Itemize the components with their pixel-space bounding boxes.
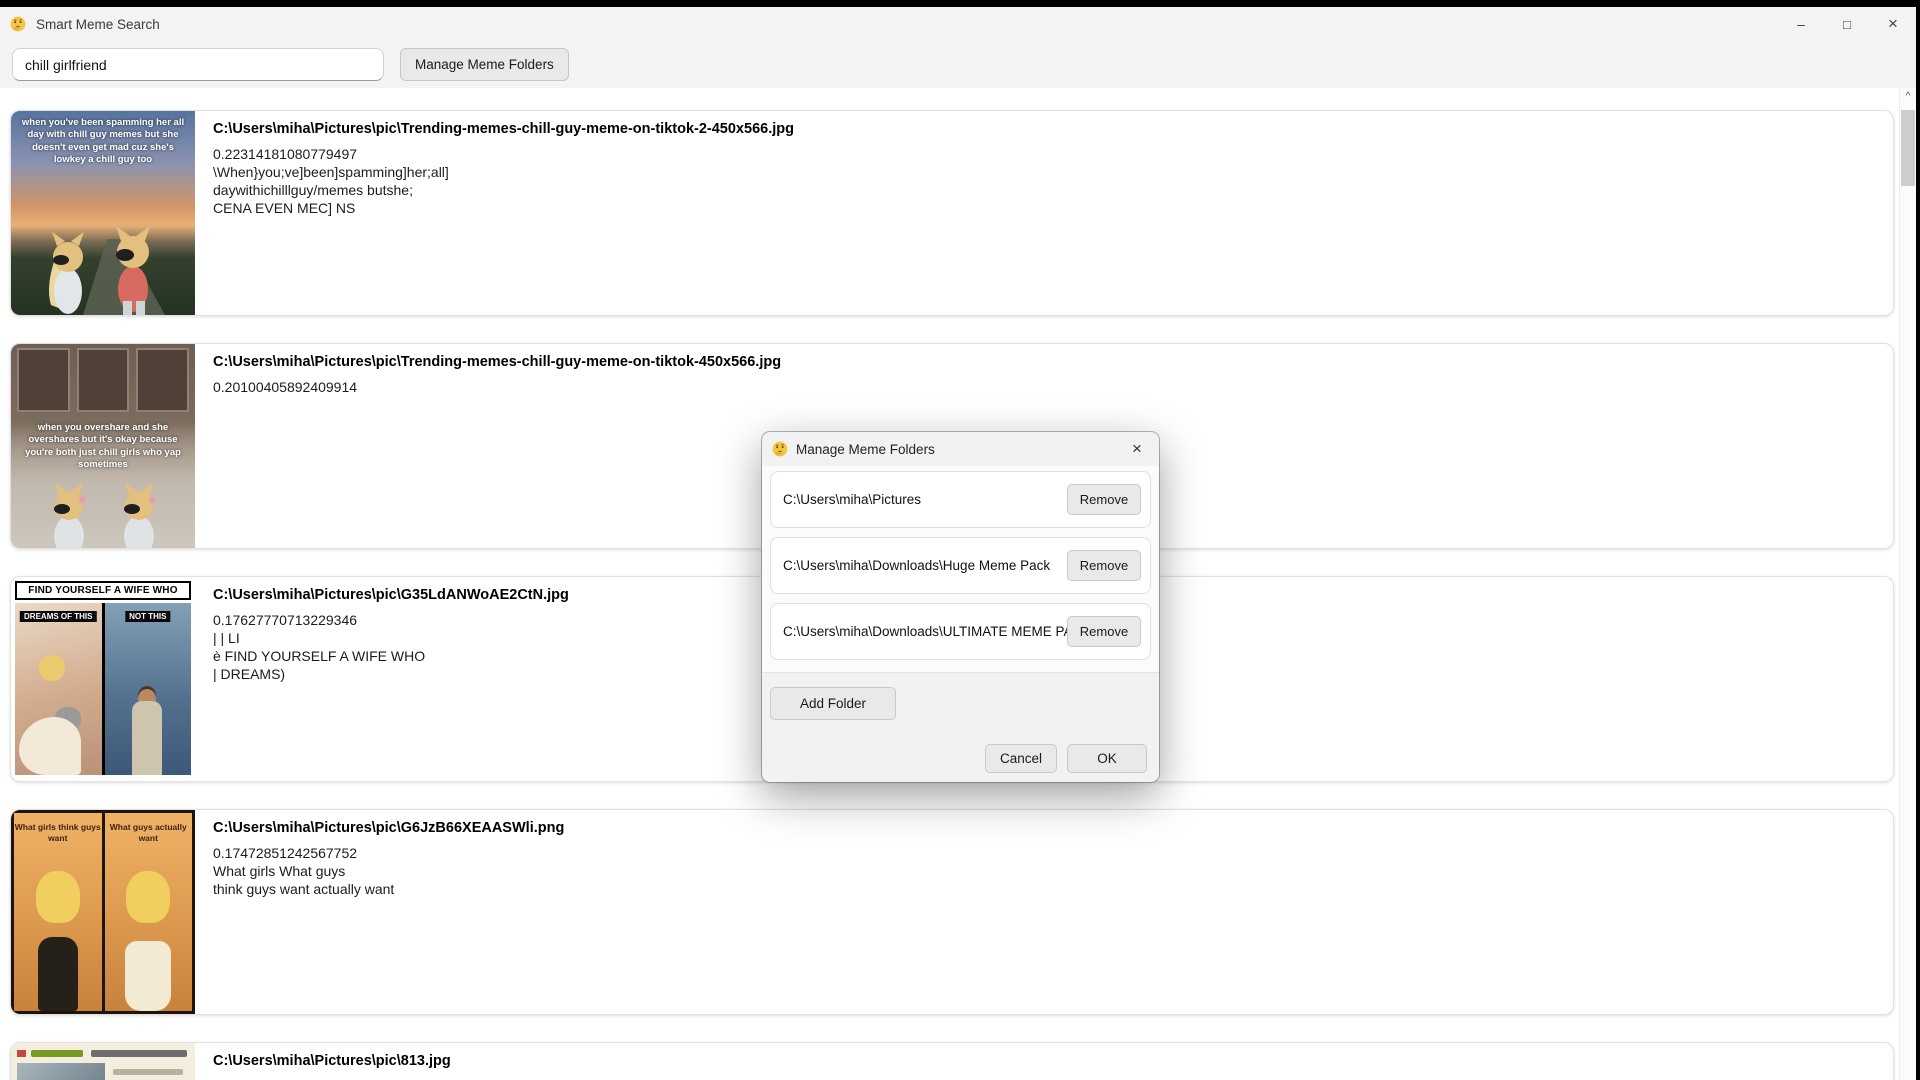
result-text: C:\Users\miha\Pictures\pic\G6JzB66XEAASW…	[195, 810, 582, 1014]
scroll-up-icon: ^	[1906, 91, 1911, 102]
post-image-illustration	[17, 1063, 105, 1080]
post-marker-illustration	[17, 1050, 26, 1057]
remove-folder-button[interactable]: Remove	[1067, 616, 1141, 647]
folder-list: C:\Users\miha\Pictures Remove C:\Users\m…	[762, 466, 1159, 673]
left-panel-illustration: What girls think guys want	[14, 813, 102, 1011]
result-card[interactable]: when you've been spamming her all day wi…	[10, 110, 1894, 316]
result-ocr-line: \When}you;ve]been]spamming]her;all]	[213, 163, 794, 181]
result-ocr-line: | | LI	[213, 629, 569, 647]
result-text: C:\Users\miha\Pictures\pic\Trending-meme…	[195, 344, 799, 548]
dialog-footer: Add Folder Cancel OK	[762, 673, 1159, 773]
result-ocr-line: daywithichilllguy/memes butshe;	[213, 181, 794, 199]
maximize-icon: □	[1843, 17, 1851, 32]
result-thumbnail-chill-guy-couple: when you've been spamming her all day wi…	[11, 111, 195, 315]
post-text-illustration	[113, 1069, 183, 1075]
remove-folder-button[interactable]: Remove	[1067, 550, 1141, 581]
close-button[interactable]: ×	[1870, 7, 1916, 41]
post-date-illustration	[91, 1050, 187, 1057]
not-this-panel-illustration: NOT THIS	[105, 603, 192, 775]
folder-row: C:\Users\miha\Downloads\Huge Meme Pack R…	[770, 537, 1151, 594]
result-text: C:\Users\miha\Pictures\pic\Trending-meme…	[195, 111, 812, 315]
chill-girls-characters-illustration	[11, 478, 195, 548]
result-ocr-line: | DREAMS)	[213, 665, 569, 683]
result-path: C:\Users\miha\Pictures\pic\813.jpg	[213, 1053, 451, 1069]
result-score: 0.22314181080779497	[213, 145, 794, 163]
thumbnail-caption: when you've been spamming her all day wi…	[11, 111, 195, 172]
thumbnail-caption: when you overshare and she overshares bu…	[11, 416, 195, 477]
search-input[interactable]	[12, 48, 384, 81]
dialog-titlebar[interactable]: Manage Meme Folders ×	[762, 432, 1159, 466]
folder-path: C:\Users\miha\Pictures	[783, 492, 921, 507]
result-text: C:\Users\miha\Pictures\pic\813.jpg 0.171…	[195, 1043, 469, 1080]
folder-row: C:\Users\miha\Pictures Remove	[770, 471, 1151, 528]
folder-path: C:\Users\miha\Downloads\ULTIMATE MEME PA…	[783, 624, 1067, 639]
folder-row: C:\Users\miha\Downloads\ULTIMATE MEME PA…	[770, 603, 1151, 660]
result-path: C:\Users\miha\Pictures\pic\G35LdANWoAE2C…	[213, 587, 569, 603]
thumbnail-caption: What guys actually want	[105, 822, 193, 845]
result-ocr-line: What girls What guys	[213, 862, 564, 880]
result-ocr-line: CENA EVEN MEC] NS	[213, 199, 794, 217]
right-panel-illustration: What guys actually want	[105, 813, 193, 1011]
minimize-button[interactable]: –	[1778, 7, 1824, 41]
result-text: C:\Users\miha\Pictures\pic\G35LdANWoAE2C…	[195, 577, 587, 781]
result-score: 0.17627770713229346	[213, 611, 569, 629]
result-thumbnail-girls-guys-meme: What girls think guys want What guys act…	[11, 810, 195, 1014]
window-titlebar[interactable]: Smart Meme Search – □ ×	[0, 7, 1916, 41]
result-thumbnail-imageboard-post	[11, 1043, 195, 1080]
thumbnail-caption: What girls think guys want	[14, 822, 102, 845]
dialog-close-button[interactable]: ×	[1115, 432, 1159, 466]
thumbnail-header-text: FIND YOURSELF A WIFE WHO	[15, 581, 191, 600]
chill-guy-characters-illustration	[11, 195, 195, 315]
cancel-button[interactable]: Cancel	[985, 744, 1057, 773]
add-folder-button[interactable]: Add Folder	[770, 687, 896, 720]
thumbnail-label: NOT THIS	[125, 611, 170, 622]
app-window: Smart Meme Search – □ × Manage Meme Fold…	[0, 7, 1916, 1080]
wall-frames-illustration	[17, 348, 189, 412]
result-ocr-line: è FIND YOURSELF A WIFE WHO	[213, 647, 569, 665]
dialog-close-icon: ×	[1132, 439, 1142, 459]
manage-meme-folders-button[interactable]: Manage Meme Folders	[400, 48, 569, 81]
poster-name-illustration	[31, 1050, 83, 1057]
window-title: Smart Meme Search	[36, 17, 160, 32]
scroll-up-button[interactable]: ^	[1900, 88, 1916, 105]
result-card[interactable]: C:\Users\miha\Pictures\pic\813.jpg 0.171…	[10, 1042, 1894, 1080]
toolbar: Manage Meme Folders	[0, 41, 1916, 88]
result-score: 0.17472851242567752	[213, 844, 564, 862]
ok-button[interactable]: OK	[1067, 744, 1147, 773]
dialog-title: Manage Meme Folders	[796, 442, 935, 457]
manage-meme-folders-dialog: Manage Meme Folders × C:\Users\miha\Pict…	[762, 432, 1159, 782]
result-score: 0.20100405892409914	[213, 378, 781, 396]
result-card[interactable]: What girls think guys want What guys act…	[10, 809, 1894, 1015]
app-thinking-face-icon	[10, 16, 26, 32]
maximize-button[interactable]: □	[1824, 7, 1870, 41]
result-thumbnail-wife-meme: FIND YOURSELF A WIFE WHO DREAMS OF THIS …	[11, 577, 195, 781]
result-ocr-line: think guys want actually want	[213, 880, 564, 898]
close-icon: ×	[1888, 14, 1898, 34]
vertical-scrollbar[interactable]: ^	[1899, 88, 1916, 1080]
minimize-icon: –	[1797, 16, 1805, 32]
result-path: C:\Users\miha\Pictures\pic\Trending-meme…	[213, 354, 781, 370]
app-thinking-face-icon	[772, 441, 788, 457]
remove-folder-button[interactable]: Remove	[1067, 484, 1141, 515]
scrollbar-thumb[interactable]	[1901, 110, 1915, 186]
folder-path: C:\Users\miha\Downloads\Huge Meme Pack	[783, 558, 1050, 573]
thumbnail-label: DREAMS OF THIS	[20, 611, 96, 622]
result-thumbnail-chill-girls: when you overshare and she overshares bu…	[11, 344, 195, 548]
result-path: C:\Users\miha\Pictures\pic\Trending-meme…	[213, 121, 794, 137]
dreams-panel-illustration: DREAMS OF THIS	[15, 603, 102, 775]
result-path: C:\Users\miha\Pictures\pic\G6JzB66XEAASW…	[213, 820, 564, 836]
